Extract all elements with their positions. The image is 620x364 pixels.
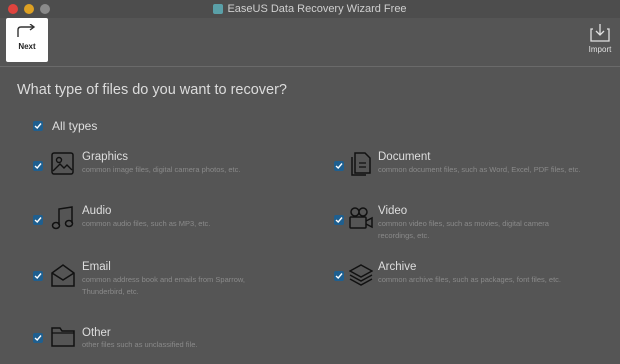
music-note-icon <box>51 206 74 230</box>
window-title: EaseUS Data Recovery Wizard Free <box>0 3 620 15</box>
graphics-label: Graphics <box>82 151 129 163</box>
window-title-text: EaseUS Data Recovery Wizard Free <box>227 3 407 15</box>
email-label: Email <box>82 261 111 273</box>
video-camera-icon <box>349 207 373 229</box>
archive-description: common archive files, such as packages, … <box>378 275 561 284</box>
redo-arrow-icon <box>17 24 36 37</box>
video-label: Video <box>378 205 408 217</box>
archive-checkbox[interactable] <box>334 271 344 281</box>
graphics-description: common image files, digital camera photo… <box>82 165 241 174</box>
graphics-checkbox[interactable] <box>33 161 43 171</box>
audio-description: common audio files, such as MP3, etc. <box>82 219 211 228</box>
folder-icon <box>51 327 75 347</box>
document-checkbox[interactable] <box>334 161 344 171</box>
title-bar: EaseUS Data Recovery Wizard Free <box>0 0 620 18</box>
document-label: Document <box>378 151 431 163</box>
toolbar <box>0 18 620 67</box>
envelope-icon <box>51 264 75 287</box>
checkmark-icon <box>34 217 42 224</box>
next-button-label: Next <box>18 42 36 51</box>
layers-icon <box>349 264 373 286</box>
archive-label: Archive <box>378 261 417 273</box>
email-description: common address book and emails from Spar… <box>82 275 245 296</box>
app-logo-icon <box>213 4 224 14</box>
app-window: EaseUS Data Recovery Wizard Free Next Im… <box>0 0 620 364</box>
document-icon <box>351 152 371 176</box>
checkmark-icon <box>34 273 42 280</box>
all-types-label: All types <box>52 119 98 133</box>
other-checkbox[interactable] <box>33 333 43 343</box>
other-label: Other <box>82 327 111 339</box>
all-types-checkbox[interactable] <box>33 121 43 131</box>
checkmark-icon <box>335 273 343 280</box>
email-checkbox[interactable] <box>33 271 43 281</box>
audio-checkbox[interactable] <box>33 215 43 225</box>
import-button[interactable]: Import <box>584 24 616 60</box>
video-description: common video files, such as movies, digi… <box>378 219 549 240</box>
other-description: other files such as unclassified file. <box>82 340 198 349</box>
page-heading: What type of files do you want to recove… <box>17 82 287 98</box>
import-download-icon <box>590 24 610 42</box>
import-button-label: Import <box>588 45 612 54</box>
checkmark-icon <box>34 335 42 342</box>
document-description: common document files, such as Word, Exc… <box>378 165 581 174</box>
audio-label: Audio <box>82 205 112 217</box>
checkmark-icon <box>34 123 42 130</box>
image-icon <box>51 152 74 175</box>
video-checkbox[interactable] <box>334 215 344 225</box>
checkmark-icon <box>34 163 42 170</box>
checkmark-icon <box>335 163 343 170</box>
next-button[interactable]: Next <box>6 18 48 62</box>
checkmark-icon <box>335 217 343 224</box>
